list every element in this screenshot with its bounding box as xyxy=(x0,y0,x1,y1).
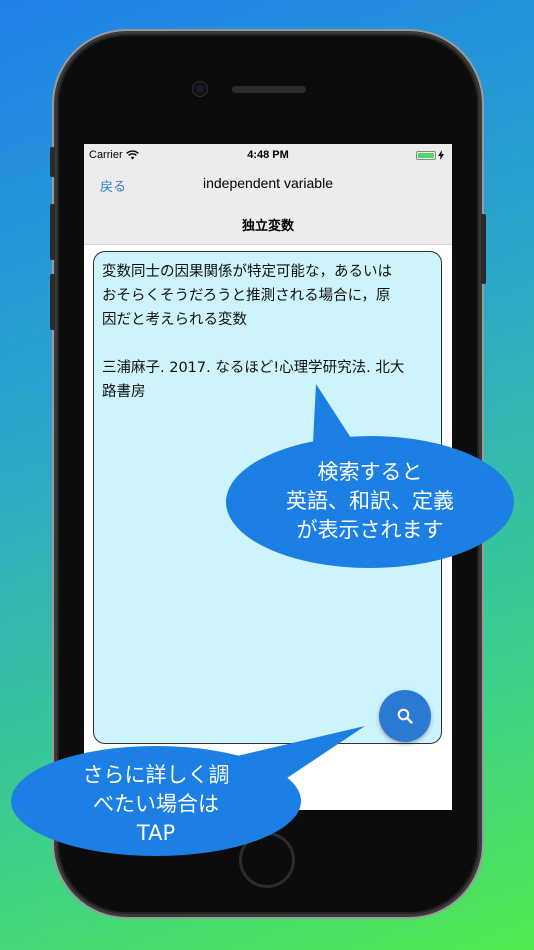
power-button xyxy=(481,214,486,284)
charging-icon xyxy=(438,150,444,160)
term-title: 独立変数 xyxy=(241,219,294,234)
nav-title: independent variable xyxy=(203,175,333,191)
bubble-line: TAP xyxy=(136,821,176,845)
tap-hint-bubble: さらに詳しく調 べたい場合は TAP xyxy=(10,708,370,858)
definition-line: おそらくそうだろうと推測される場合に，原 xyxy=(102,288,391,304)
definition-line: 因だと考えられる変数 xyxy=(102,312,247,328)
bubble-line: 英語、和訳、定義 xyxy=(286,489,454,513)
status-time: 4:48 PM xyxy=(247,149,289,161)
navigation-bar: 戻る independent variable xyxy=(84,166,452,204)
bubble-line: 検索すると xyxy=(317,460,423,484)
magnifier-icon xyxy=(397,708,413,724)
term-header: 独立変数 xyxy=(84,204,452,245)
search-button[interactable] xyxy=(379,690,431,742)
bubble-line: べたい場合は xyxy=(93,792,219,816)
earpiece-speaker xyxy=(232,86,306,93)
battery-indicator xyxy=(416,150,444,160)
bubble-line: さらに詳しく調 xyxy=(82,763,230,787)
battery-icon xyxy=(416,150,436,160)
definition-line: 変数同士の因果関係が特定可能な，あるいは xyxy=(102,264,392,280)
mute-switch xyxy=(50,147,55,177)
status-bar: Carrier 4:48 PM xyxy=(84,144,452,166)
front-camera xyxy=(193,82,207,96)
volume-down-button xyxy=(50,274,55,330)
bubble-line: が表示されます xyxy=(296,518,444,542)
search-hint-bubble: 検索すると 英語、和訳、定義 が表示されます xyxy=(224,372,516,572)
volume-up-button xyxy=(50,204,55,260)
